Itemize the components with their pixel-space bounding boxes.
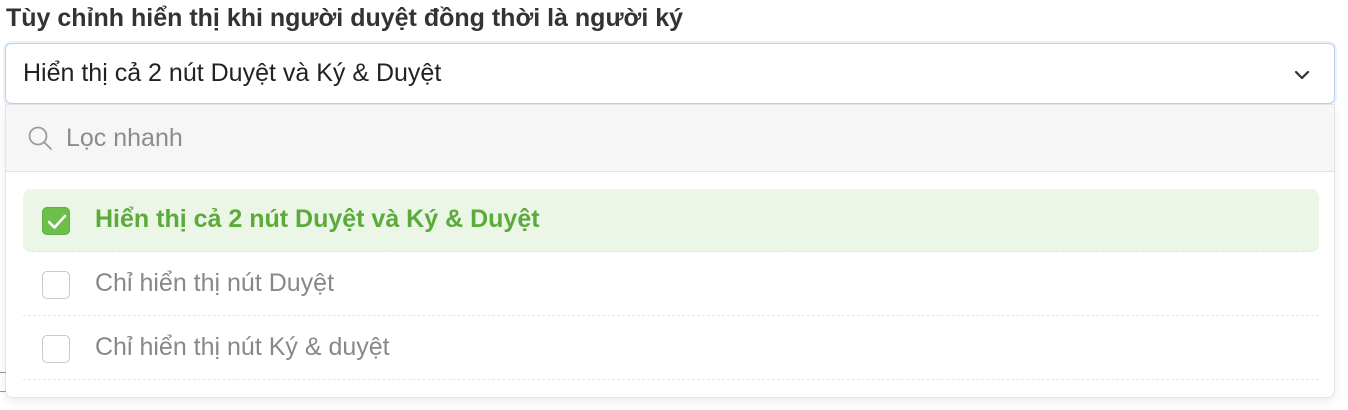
search-row: [6, 105, 1334, 172]
option-label: Chỉ hiển thị nút Duyệt: [95, 269, 335, 297]
chevron-down-icon[interactable]: [1292, 65, 1312, 85]
option-sign-approve-only[interactable]: Chỉ hiển thị nút Ký & duyệt: [23, 317, 1319, 380]
option-label: Chỉ hiển thị nút Ký & duyệt: [95, 333, 390, 361]
option-checkbox[interactable]: [42, 271, 70, 299]
select-value: Hiển thị cả 2 nút Duyệt và Ký & Duyệt: [23, 59, 442, 87]
option-checkbox[interactable]: [42, 335, 70, 363]
quick-filter-input[interactable]: [66, 117, 1306, 159]
option-approve-only[interactable]: Chỉ hiển thị nút Duyệt: [23, 253, 1319, 316]
display-option-select[interactable]: Hiển thị cả 2 nút Duyệt và Ký & Duyệt: [5, 43, 1335, 104]
search-icon: [28, 126, 52, 150]
page: Tùy chỉnh hiển thị khi người duyệt đồng …: [0, 0, 1348, 410]
check-icon: [47, 214, 67, 229]
option-show-both[interactable]: Hiển thị cả 2 nút Duyệt và Ký & Duyệt: [23, 189, 1319, 252]
option-checkbox[interactable]: [42, 207, 70, 235]
option-label: Hiển thị cả 2 nút Duyệt và Ký & Duyệt: [95, 205, 540, 233]
field-label: Tùy chỉnh hiển thị khi người duyệt đồng …: [6, 4, 684, 32]
dropdown-panel: Hiển thị cả 2 nút Duyệt và Ký & Duyệt Ch…: [5, 104, 1335, 398]
background-edge-fragment: [0, 372, 6, 392]
